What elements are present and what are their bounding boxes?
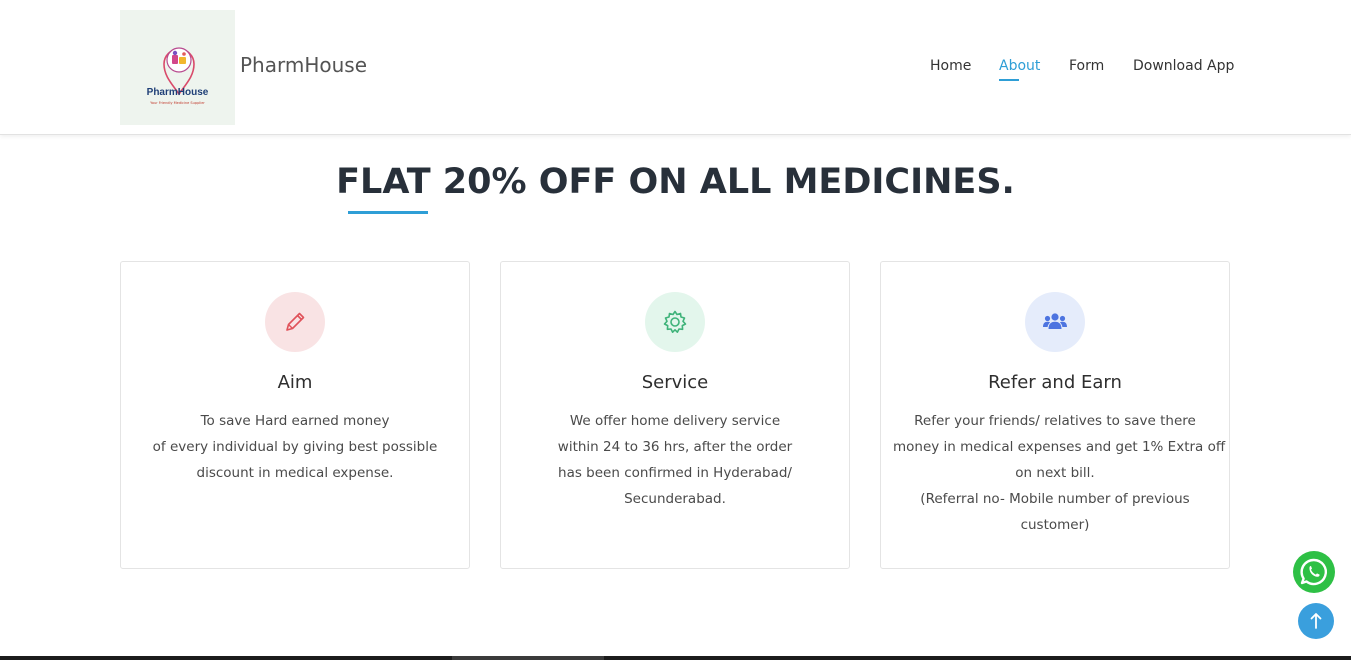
card-refer-line: (Referral no- Mobile number of previous [920, 491, 1190, 507]
main-nav: Home About Form Download App [0, 58, 1351, 88]
logo-wordmark: PharmHouse [146, 87, 209, 98]
card-aim-title: Aim [277, 372, 313, 393]
logo-tagline: Your Friendly Medicine Supplier [150, 101, 205, 105]
card-service-text: We offer home delivery service within 24… [513, 408, 837, 512]
card-aim-text: To save Hard earned money of every indiv… [133, 408, 457, 486]
gear-icon [663, 310, 687, 333]
arrow-up-icon [1310, 613, 1322, 629]
nav-form[interactable]: Form [1069, 58, 1104, 74]
nav-active-indicator [999, 79, 1019, 81]
whatsapp-icon [1300, 558, 1327, 586]
nav-about[interactable]: About [999, 58, 1040, 74]
card-refer-line: customer) [1020, 517, 1090, 533]
back-to-top-button[interactable] [1298, 603, 1334, 639]
card-service-line: has been confirmed in Hyderabad/ [558, 465, 792, 481]
card-service-title: Service [641, 372, 709, 393]
card-aim-line: To save Hard earned money [200, 413, 390, 429]
footer-edge-segment [452, 656, 604, 660]
card-service-line: within 24 to 36 hrs, after the order [557, 439, 793, 455]
card-service-line: We offer home delivery service [569, 413, 781, 429]
card-refer-title: Refer and Earn [988, 372, 1122, 393]
card-aim-icon-circle [265, 292, 325, 352]
pencil-icon [286, 312, 305, 331]
card-refer-line: Refer your friends/ relatives to save th… [914, 413, 1196, 429]
card-service-line: Secunderabad. [624, 491, 726, 507]
whatsapp-button[interactable] [1293, 551, 1335, 593]
card-service: Service We offer home delivery service w… [500, 261, 850, 569]
users-icon [1043, 313, 1067, 329]
card-refer-line: money in medical expenses and get 1% Ext… [893, 439, 1226, 455]
nav-home[interactable]: Home [930, 58, 971, 74]
card-aim: Aim To save Hard earned money of every i… [120, 261, 470, 569]
card-aim-line: of every individual by giving best possi… [152, 439, 438, 455]
card-refer-icon-circle [1025, 292, 1085, 352]
footer-edge [0, 656, 1351, 660]
card-service-icon-circle [645, 292, 705, 352]
nav-download-app[interactable]: Download App [1133, 58, 1234, 74]
card-refer-line: on next bill. [1015, 465, 1095, 481]
card-refer-earn: Refer and Earn Refer your friends/ relat… [880, 261, 1230, 569]
card-refer-text: Refer your friends/ relatives to save th… [893, 408, 1226, 538]
site-header: PharmHouse Your Friendly Medicine Suppli… [0, 0, 1351, 135]
headline-underline [348, 211, 428, 214]
card-aim-line: discount in medical expense. [196, 465, 394, 481]
section-headline: FLAT 20% OFF ON ALL MEDICINES. [336, 162, 1015, 202]
